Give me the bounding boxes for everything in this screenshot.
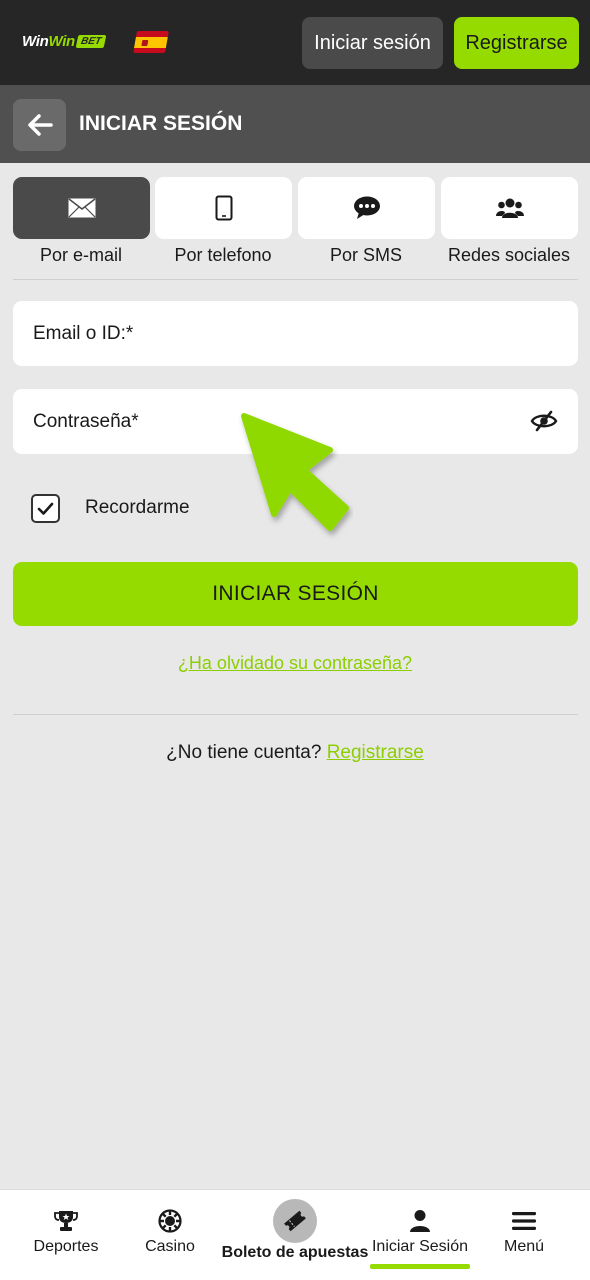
logo-badge: BET	[75, 35, 107, 48]
nav-label-casino: Casino	[145, 1238, 195, 1255]
divider	[13, 279, 578, 280]
email-field-label: Email o ID:*	[33, 323, 134, 344]
nav-item-menu[interactable]: Menú	[474, 1190, 574, 1280]
login-top-button[interactable]: Iniciar sesión	[302, 17, 443, 69]
email-field[interactable]: Email o ID:*	[13, 301, 578, 366]
nav-item-casino[interactable]: Casino	[120, 1190, 220, 1280]
tab-sms-label: Por SMS	[329, 245, 403, 265]
nav-item-bet-slip[interactable]: Boleto de apuestas	[220, 1190, 370, 1280]
ticket-icon	[284, 1210, 306, 1232]
green-pointer-arrow-icon	[241, 413, 349, 531]
users-icon	[495, 198, 524, 218]
register-top-button[interactable]: Registrarse	[454, 17, 579, 69]
spain-flag-icon[interactable]	[133, 31, 169, 53]
register-link[interactable]: Registrarse	[327, 742, 424, 763]
arrow-left-icon	[27, 114, 53, 136]
bet-slip-badge	[273, 1199, 317, 1243]
nav-label-deportes: Deportes	[33, 1238, 99, 1255]
logo-text-1: Win	[22, 33, 49, 50]
password-field-label: Contraseña*	[33, 411, 139, 432]
tab-phone[interactable]	[155, 177, 292, 239]
user-icon	[410, 1210, 430, 1232]
remember-checkbox[interactable]	[31, 494, 60, 523]
eye-slash-icon[interactable]	[530, 410, 558, 432]
checkmark-icon	[37, 502, 54, 515]
remember-label: Recordarme	[85, 497, 190, 518]
logo-text-2: Win	[48, 33, 75, 50]
login-submit-button[interactable]: INICIAR SESIÓN	[13, 562, 578, 626]
nav-active-indicator	[370, 1264, 470, 1269]
no-account-row: ¿No tiene cuenta? Registrarse	[0, 742, 590, 764]
back-button[interactable]	[13, 99, 66, 151]
tab-sms[interactable]	[298, 177, 435, 239]
tab-email[interactable]	[13, 177, 150, 239]
tab-phone-label: Por telefono	[174, 245, 272, 265]
no-account-text: ¿No tiene cuenta?	[166, 742, 322, 763]
winwin-logo[interactable]: WinWin BET	[22, 33, 107, 50]
hamburger-menu-icon	[512, 1212, 536, 1230]
nav-label-bet-slip: Boleto de apuestas	[221, 1244, 369, 1261]
tab-social-label: Redes sociales	[447, 245, 571, 265]
page-title: INICIAR SESIÓN	[79, 112, 243, 135]
chat-bubble-icon	[353, 196, 380, 219]
trophy-icon	[54, 1211, 78, 1231]
divider	[13, 714, 578, 715]
nav-label-menu: Menú	[503, 1238, 545, 1255]
forgot-password-link[interactable]: ¿Ha olvidado su contraseña?	[0, 653, 590, 674]
phone-icon	[215, 195, 232, 221]
top-bar: WinWin BET Iniciar sesión Registrarse	[0, 0, 590, 85]
envelope-icon	[68, 198, 95, 218]
nav-label-login: Iniciar Sesión	[371, 1238, 469, 1255]
casino-chip-icon	[158, 1209, 182, 1233]
nav-item-deportes[interactable]: Deportes	[16, 1190, 116, 1280]
tab-email-label: Por e-mail	[39, 245, 123, 265]
page-header: INICIAR SESIÓN	[0, 85, 590, 163]
bottom-nav: Deportes Casino Boleto de apuestas Inici…	[0, 1189, 590, 1280]
tab-social[interactable]	[441, 177, 578, 239]
